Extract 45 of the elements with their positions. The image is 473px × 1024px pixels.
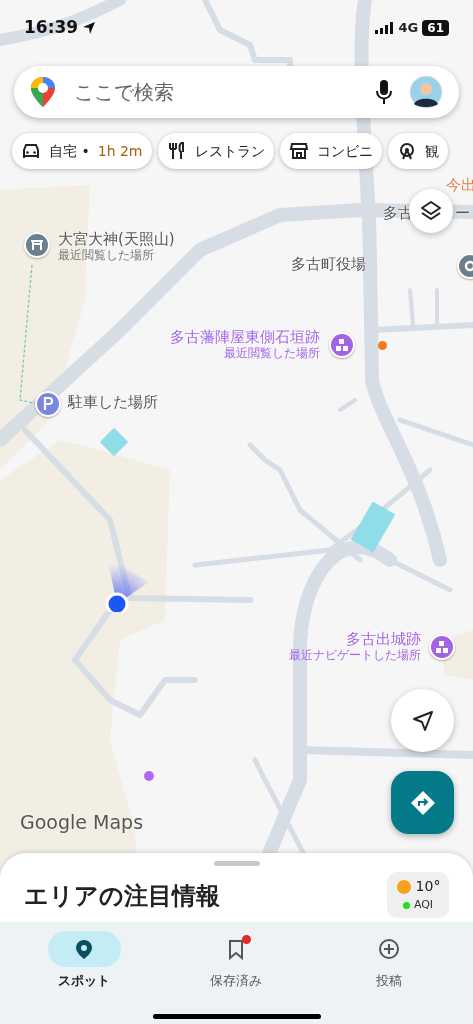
place-note: 最近ナビゲートした場所 [289, 648, 421, 663]
sheet-handle[interactable] [213, 861, 260, 866]
nav-tab[interactable]: スポット [24, 930, 145, 992]
clock-time: 16:39 [24, 16, 79, 40]
place-name[interactable]: 多古藩陣屋東側石垣跡 [170, 328, 320, 346]
turn-arrow-icon [409, 789, 436, 816]
avatar-icon[interactable] [409, 75, 443, 109]
place-dot-icon [378, 341, 387, 350]
signal-icon [374, 21, 395, 35]
place-name[interactable]: 駐車した場所 [68, 393, 158, 411]
road-label: 多古 [383, 204, 413, 222]
place-note: 最近閲覧した場所 [224, 346, 320, 361]
place-name[interactable]: 多古町役場 [291, 255, 366, 273]
place-dot-icon [144, 771, 154, 781]
network-label: 4G [398, 19, 419, 38]
area-label: 今出 [446, 176, 473, 194]
road-label: ー [455, 204, 470, 222]
nav-tab[interactable]: 投稿 [328, 930, 449, 992]
fork-knife-icon [166, 141, 187, 161]
category-chip[interactable]: 自宅 • 1h 2m [12, 133, 152, 169]
map-logo: Google Maps [20, 810, 144, 835]
map-pin-logo-icon [30, 76, 56, 108]
search-field[interactable]: ここで検索 [72, 76, 352, 108]
weather-card[interactable]: 10° AQI [387, 872, 449, 918]
sun-icon [395, 878, 412, 895]
aqi-label: AQI [413, 897, 434, 914]
search-bar[interactable]: ここで検索 [14, 66, 459, 118]
category-chip[interactable]: レストラン [157, 133, 274, 169]
place-name[interactable]: 多古出城跡 [346, 630, 421, 648]
nav-tab[interactable]: 保存済み [176, 930, 297, 992]
sheet-title: エリアの注目情報 [24, 881, 220, 912]
temperature-text: 10° [415, 877, 441, 897]
navigation-arrow-icon [411, 709, 434, 732]
microphone-icon[interactable] [375, 79, 393, 105]
category-chip[interactable]: コンビニ [279, 133, 382, 169]
battery-level: 61 [422, 20, 449, 36]
storefront-icon [288, 141, 309, 161]
location-arrow-icon [82, 21, 97, 35]
place-name[interactable]: 大宮大神(天照山) [58, 230, 175, 248]
plus-circle-icon [377, 938, 400, 960]
place-note: 最近閲覧した場所 [58, 248, 154, 263]
directions-button[interactable] [391, 771, 454, 834]
layers-icon [420, 200, 442, 222]
car-icon [21, 141, 41, 161]
notification-dot [242, 935, 252, 944]
